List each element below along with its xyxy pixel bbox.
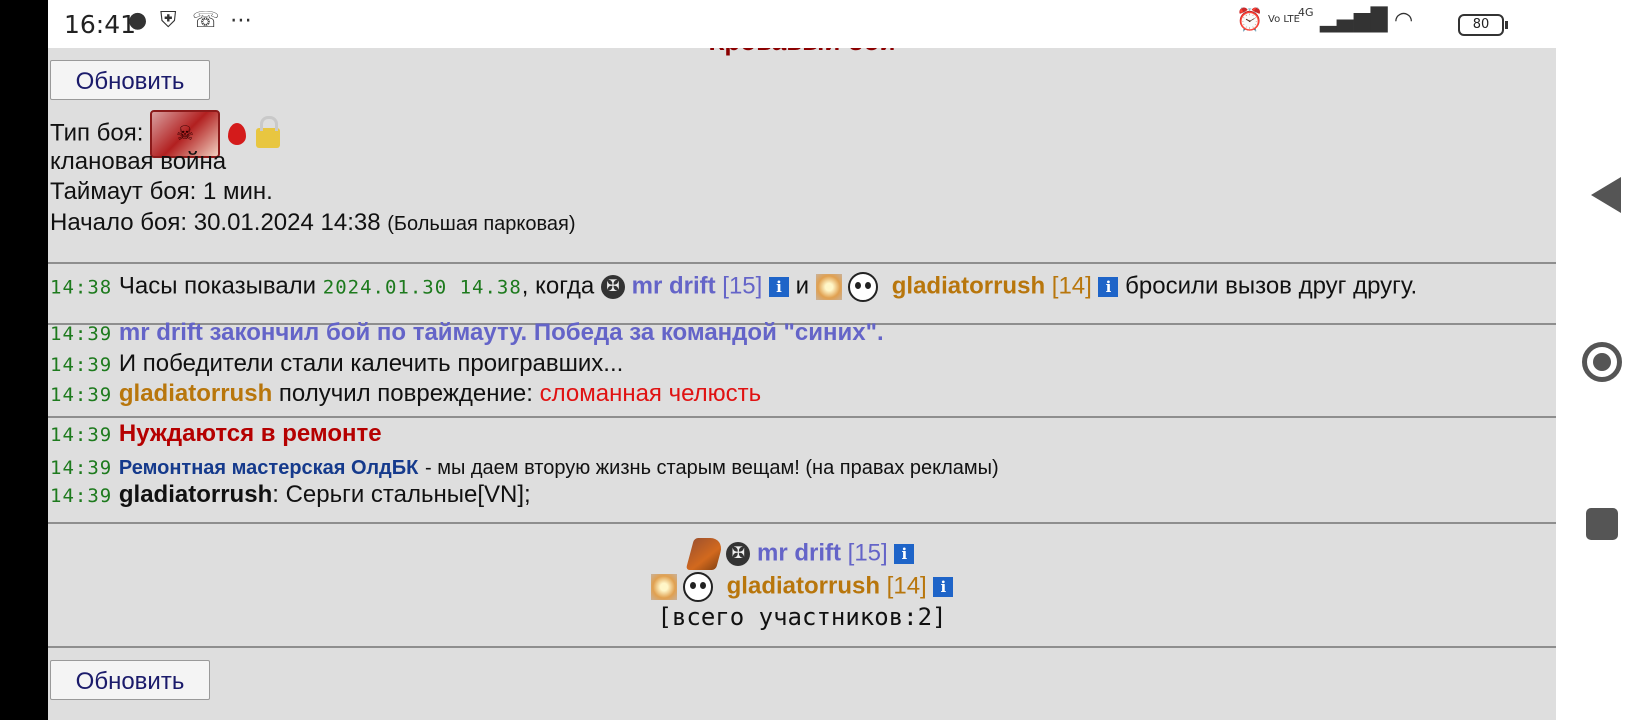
- volte-icon: Vo LTE: [1268, 14, 1300, 25]
- shield-icon: ⛨: [160, 8, 177, 33]
- player-level: [14]: [1051, 272, 1092, 300]
- battle-page: Кровавый бой Обновить Тип боя: ☠ кланова…: [48, 48, 1556, 720]
- home-icon[interactable]: [1582, 342, 1622, 382]
- log-text: Часы показывали: [118, 272, 317, 300]
- chat-icon: ●: [128, 8, 148, 33]
- log-text: - мы даем вторую жизнь старым вещам! (на…: [424, 457, 999, 479]
- info-icon[interactable]: i: [768, 277, 789, 297]
- panda-clan-icon: [683, 572, 714, 602]
- log-line-repair-header: 14:39 Нуждаются в ремонте: [50, 420, 382, 448]
- missed-call-icon: ☏: [192, 8, 220, 33]
- android-nav-bar: [1556, 0, 1650, 720]
- battle-location: (Большая парковая): [387, 213, 576, 235]
- log-line-repair-ad: 14:39 Ремонтная мастерская ОлдБК - мы да…: [50, 453, 999, 481]
- player-link-mr-drift[interactable]: mr drift: [757, 539, 841, 566]
- axe-icon: [685, 538, 724, 570]
- log-text: mr drift закончил бой по таймауту. Побед…: [118, 319, 884, 346]
- refresh-button-bottom[interactable]: Обновить: [50, 660, 210, 700]
- signal-bars-icon: ▂▄▆█: [1320, 8, 1388, 33]
- log-line-winners: 14:39 И победители стали калечить проигр…: [50, 350, 623, 378]
- log-text: Нуждаются в ремонте: [118, 420, 382, 447]
- log-line-repair-item: 14:39 gladiatorrush: Серьги стальные[VN]…: [50, 481, 531, 509]
- log-line-timeout: 14:39 mr drift закончил бой по таймауту.…: [50, 319, 884, 347]
- battle-type-label: Тип боя:: [50, 119, 144, 147]
- recent-apps-icon[interactable]: [1586, 508, 1618, 540]
- wifi-icon: ◠: [1394, 8, 1414, 33]
- log-time: 14:39: [50, 424, 113, 446]
- player-level: [15]: [847, 539, 888, 567]
- divider: [48, 522, 1556, 524]
- log-time: 14:39: [50, 485, 113, 507]
- player-link-gladiatorrush[interactable]: gladiatorrush: [892, 272, 1045, 299]
- info-icon[interactable]: i: [933, 577, 954, 597]
- blood-drop-icon: [228, 123, 247, 145]
- divider: [48, 646, 1556, 648]
- refresh-button-top[interactable]: Обновить: [50, 60, 210, 100]
- log-time: 14:38: [50, 276, 113, 299]
- log-text: получил повреждение:: [278, 380, 533, 407]
- clan-emblem-icon: ✠: [726, 542, 751, 566]
- lock-icon: [256, 116, 281, 148]
- participants-total: [всего участников:2]: [657, 603, 947, 631]
- participant-row: ✠ mr drift [15] i: [48, 538, 1556, 570]
- log-text: : Серьги стальные[VN];: [272, 481, 531, 508]
- clan-emblem-icon: ✠: [600, 275, 625, 299]
- log-time: 14:39: [50, 457, 113, 479]
- player-level: [15]: [722, 272, 763, 300]
- signal-4g-icon: 4G: [1298, 6, 1314, 19]
- panda-clan-icon: [848, 272, 879, 302]
- spark-icon: [650, 574, 677, 600]
- status-bar: 16:41 ● ⛨ ☏ ⋯ ⏰ Vo LTE 4G ▂▄▆█ ◠ 80: [48, 0, 1556, 48]
- info-icon[interactable]: i: [1098, 277, 1119, 297]
- more-icon: ⋯: [230, 8, 252, 33]
- participant-row: gladiatorrush [14] i: [48, 572, 1556, 602]
- divider: [48, 416, 1556, 418]
- info-icon[interactable]: i: [894, 544, 915, 564]
- battery-icon: 80: [1458, 14, 1508, 36]
- divider: [48, 262, 1556, 264]
- log-time: 14:39: [50, 384, 113, 406]
- log-text: бросили вызов друг другу.: [1125, 272, 1418, 300]
- status-clock: 16:41: [64, 10, 137, 39]
- battle-type-value: клановая война: [50, 148, 227, 175]
- battle-start: Начало боя: 30.01.2024 14:38 (Большая па…: [50, 209, 576, 237]
- back-icon[interactable]: [1591, 177, 1621, 213]
- log-line-injury: 14:39 gladiatorrush получил повреждение:…: [50, 380, 761, 408]
- player-level: [14]: [886, 572, 927, 600]
- log-text: , когда: [521, 272, 595, 300]
- log-text: И победители стали калечить проигравших.…: [118, 350, 624, 377]
- alarm-icon: ⏰: [1236, 8, 1264, 33]
- log-time: 14:39: [50, 323, 113, 345]
- log-clock-value: 2024.01.30 14.38: [322, 276, 522, 299]
- repair-shop-link[interactable]: Ремонтная мастерская ОлдБК: [119, 457, 418, 479]
- player-link-gladiatorrush[interactable]: gladiatorrush: [119, 380, 272, 407]
- log-line-challenge: 14:38 Часы показывали 2024.01.30 14.38, …: [50, 272, 1417, 302]
- player-link-gladiatorrush[interactable]: gladiatorrush: [119, 481, 272, 508]
- injury-text: сломанная челюсть: [539, 380, 762, 407]
- spark-icon: [815, 274, 842, 300]
- player-link-mr-drift[interactable]: mr drift: [632, 272, 716, 299]
- log-text: и: [795, 272, 810, 300]
- battle-timeout: Таймаут боя: 1 мин.: [50, 178, 273, 205]
- player-link-gladiatorrush[interactable]: gladiatorrush: [727, 572, 880, 599]
- battle-start-label: Начало боя: 30.01.2024 14:38: [50, 209, 381, 236]
- log-time: 14:39: [50, 354, 113, 376]
- page-title: Кровавый бой: [48, 48, 1556, 57]
